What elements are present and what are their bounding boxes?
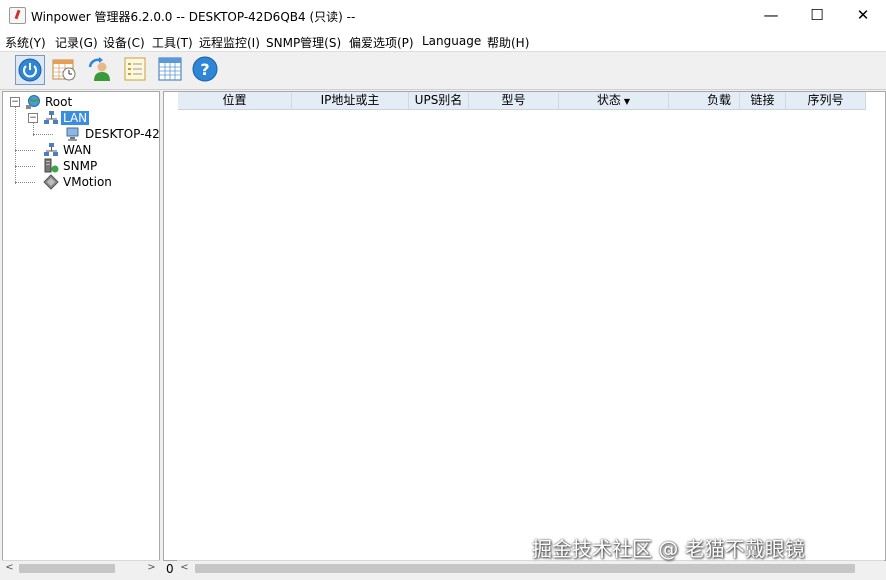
device-count-label: 0 (166, 562, 174, 576)
power-icon[interactable] (15, 55, 45, 85)
column-header-serial[interactable]: 序列号 (786, 92, 866, 109)
menu-system[interactable]: 系统(Y) (5, 34, 46, 51)
tree-node-lan[interactable]: − LAN (3, 110, 153, 126)
watermark-text: 掘金技术社区 @ 老猫不戴眼镜 (532, 537, 805, 561)
column-header-location[interactable]: 位置 (178, 92, 292, 109)
close-button[interactable]: ✕ (840, 0, 886, 31)
menu-language[interactable]: Language (422, 34, 481, 48)
scroll-left-icon[interactable]: < (177, 561, 192, 576)
scroll-left-icon[interactable]: < (2, 561, 17, 576)
menu-preferences[interactable]: 偏爱选项(P) (349, 34, 414, 51)
snmp-device-icon (44, 158, 59, 173)
column-header-status-label: 状态 (596, 93, 621, 107)
minimize-button[interactable]: — (748, 0, 794, 31)
sort-descending-icon: ▼ (623, 97, 631, 106)
menu-snmp[interactable]: SNMP管理(S) (266, 34, 341, 51)
title-bar: Winpower 管理器6.2.0.0 -- DESKTOP-42D6QB4 (… (0, 0, 886, 31)
column-header-ups-alias[interactable]: UPS别名 (409, 92, 469, 109)
scroll-right-icon[interactable]: > (144, 561, 159, 576)
menu-log[interactable]: 记录(G) (55, 34, 98, 51)
column-header-ip-address[interactable]: IP地址或主 (292, 92, 409, 109)
calendar-clock-icon[interactable] (50, 55, 80, 85)
table-horizontal-scrollbar[interactable]: < (177, 560, 884, 576)
toolbar: ? (0, 52, 886, 90)
device-tree-panel: − Root − LAN DESKTOP-42 WAN SNMP VMotion (2, 91, 160, 561)
tree-label-desktop: DESKTOP-42 (85, 127, 160, 141)
svg-text:?: ? (200, 60, 209, 79)
tree-label-wan: WAN (63, 143, 92, 157)
tree-node-snmp[interactable]: SNMP (3, 158, 153, 174)
menu-bar: 系统(Y) 记录(G) 设备(C) 工具(T) 远程监控(I) SNMP管理(S… (0, 31, 886, 52)
user-refresh-icon[interactable] (86, 55, 116, 85)
ups-table-panel: 位置 IP地址或主 UPS别名 型号 状态 ▼ 负载 链接 序列号 (163, 91, 886, 561)
menu-tools[interactable]: 工具(T) (152, 34, 193, 51)
tree-node-vmotion[interactable]: VMotion (3, 174, 153, 190)
column-header-load[interactable]: 负载 (669, 92, 740, 109)
collapse-icon[interactable]: − (10, 97, 20, 107)
window-title: Winpower 管理器6.2.0.0 -- DESKTOP-42D6QB4 (… (31, 10, 356, 24)
globe-network-icon (26, 95, 40, 109)
tree-node-root[interactable]: − Root (3, 94, 153, 110)
computer-icon (66, 127, 79, 141)
tree-label-snmp: SNMP (63, 159, 98, 173)
collapse-icon[interactable]: − (28, 113, 38, 123)
scroll-thumb[interactable] (19, 564, 115, 573)
java-app-icon (9, 7, 26, 24)
menu-help[interactable]: 帮助(H) (487, 34, 529, 51)
tree-label-root: Root (45, 95, 73, 109)
column-header-link[interactable]: 链接 (740, 92, 786, 109)
scroll-thumb[interactable] (195, 564, 855, 573)
tree-label-vmotion: VMotion (63, 175, 112, 189)
maximize-button[interactable]: ☐ (794, 0, 840, 31)
lan-network-icon (44, 111, 58, 124)
table-header-row: 位置 IP地址或主 UPS别名 型号 状态 ▼ 负载 链接 序列号 (178, 92, 866, 110)
grid-table-icon[interactable] (156, 55, 186, 85)
wan-network-icon (44, 143, 58, 156)
vmotion-icon (43, 174, 59, 190)
tree-node-desktop[interactable]: DESKTOP-42 (3, 126, 160, 142)
help-icon[interactable]: ? (191, 55, 221, 85)
menu-device[interactable]: 设备(C) (103, 34, 145, 51)
checklist-icon[interactable] (121, 55, 151, 85)
column-header-model[interactable]: 型号 (469, 92, 559, 109)
menu-remote-monitor[interactable]: 远程监控(I) (199, 34, 260, 51)
tree-label-lan: LAN (61, 111, 90, 125)
tree-node-wan[interactable]: WAN (3, 142, 153, 158)
column-header-status[interactable]: 状态 ▼ (559, 92, 669, 109)
tree-horizontal-scrollbar[interactable]: < > (2, 560, 160, 576)
